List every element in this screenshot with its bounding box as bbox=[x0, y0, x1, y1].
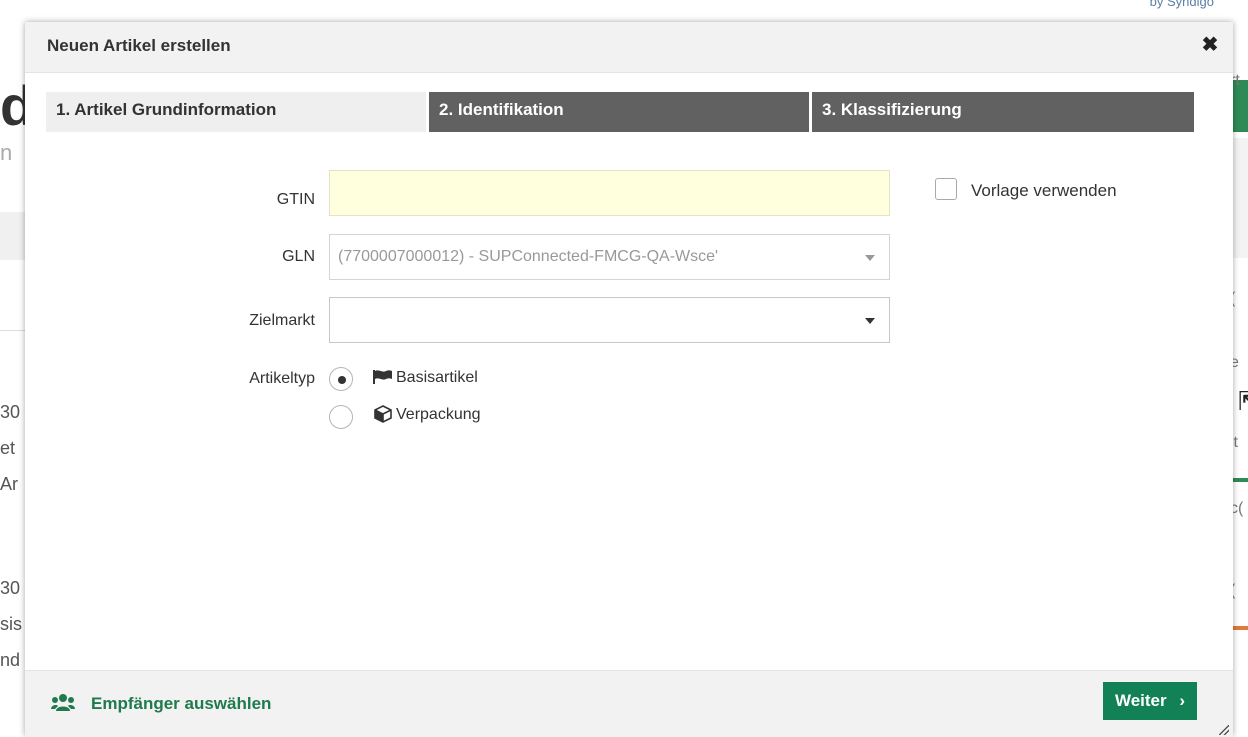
bg-text-fragment: Ar bbox=[0, 474, 18, 494]
box-icon bbox=[374, 405, 392, 423]
create-article-dialog: Neuen Artikel erstellen ✖ 1. Artikel Gru… bbox=[25, 22, 1233, 737]
bg-text-fragment: nd bbox=[0, 650, 21, 670]
target-market-label: Zielmarkt bbox=[249, 312, 315, 329]
tab-identification[interactable]: 2. Identifikation bbox=[429, 92, 809, 132]
bg-text-fragment: sis bbox=[0, 614, 22, 634]
use-template-label: Vorlage verwenden bbox=[971, 181, 1117, 200]
dialog-footer: Empfänger auswählen Weiter › bbox=[25, 670, 1233, 737]
article-type-label: Artikeltyp bbox=[249, 370, 315, 387]
resize-handle-icon[interactable] bbox=[1219, 725, 1229, 735]
dialog-header: Neuen Artikel erstellen ✖ bbox=[25, 22, 1233, 73]
next-button-label: Weiter bbox=[1114, 691, 1167, 710]
verpackung-label: Verpackung bbox=[396, 406, 481, 423]
flag-icon bbox=[373, 370, 392, 384]
bg-header: by Syndigo bbox=[0, 0, 1248, 22]
bg-text-fragment: 30 bbox=[0, 578, 21, 598]
basisartikel-label: Basisartikel bbox=[396, 369, 478, 386]
dialog-title: Neuen Artikel erstellen bbox=[47, 36, 231, 55]
gln-label: GLN bbox=[282, 248, 315, 265]
close-icon[interactable]: ✖ bbox=[1199, 34, 1221, 56]
tab-article-basic-info[interactable]: 1. Artikel Grundinformation bbox=[46, 92, 426, 132]
select-recipients-link[interactable]: Empfänger auswählen bbox=[91, 694, 271, 714]
bg-subtitle-fragment: n bbox=[0, 140, 13, 165]
users-icon[interactable] bbox=[51, 693, 75, 713]
wizard-steps: 1. Artikel Grundinformation 2. Identifik… bbox=[46, 92, 1194, 132]
chevron-down-icon bbox=[865, 255, 875, 261]
target-market-select[interactable] bbox=[329, 297, 890, 343]
next-button[interactable]: Weiter › bbox=[1103, 682, 1197, 720]
mouse-cursor-icon: ⇱ bbox=[1238, 386, 1248, 417]
radio-basisartikel[interactable] bbox=[329, 367, 353, 391]
chevron-right-icon: › bbox=[1179, 691, 1186, 710]
use-template-checkbox[interactable] bbox=[935, 178, 957, 200]
tab-classification[interactable]: 3. Klassifizierung bbox=[812, 92, 1194, 132]
bg-text-fragment: 30 bbox=[0, 402, 21, 422]
chevron-down-icon bbox=[865, 318, 875, 324]
gtin-label: GTIN bbox=[276, 191, 315, 208]
gtin-input[interactable] bbox=[329, 170, 890, 216]
bg-text-fragment: et bbox=[0, 438, 16, 458]
gln-select[interactable]: (7700007000012) - SUPConnected-FMCG-QA-W… bbox=[329, 234, 890, 280]
brand-tagline: by Syndigo bbox=[1149, 0, 1214, 9]
gln-select-value: (7700007000012) - SUPConnected-FMCG-QA-W… bbox=[338, 248, 719, 265]
radio-selected-dot bbox=[338, 376, 346, 384]
radio-verpackung[interactable] bbox=[329, 405, 353, 429]
